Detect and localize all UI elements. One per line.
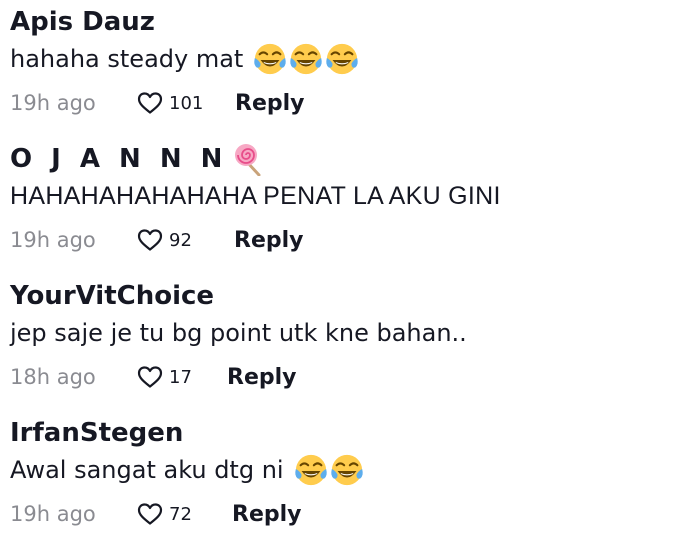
- heart-icon[interactable]: [137, 228, 163, 252]
- reply-button[interactable]: Reply: [235, 91, 305, 116]
- comment-username-text[interactable]: IrfanStegen: [10, 417, 183, 449]
- comment-meta: 18h ago 17 Reply: [10, 362, 670, 392]
- like-button[interactable]: 92: [137, 228, 234, 252]
- like-button[interactable]: 101: [137, 91, 235, 115]
- comment-text: hahaha steady mat: [10, 44, 670, 74]
- comment-text-content: Awal sangat aku dtg ni: [10, 456, 284, 484]
- joy-emoji-icon: [253, 42, 287, 76]
- like-count: 92: [169, 229, 192, 251]
- heart-icon[interactable]: [137, 502, 163, 526]
- comment-text-content: hahaha steady mat: [10, 45, 244, 73]
- heart-icon[interactable]: [137, 91, 163, 115]
- like-button[interactable]: 17: [137, 365, 227, 389]
- comment-item: YourVitChoice jep saje je tu bg point ut…: [10, 280, 670, 392]
- comment-username-text[interactable]: Apis Dauz: [10, 6, 155, 38]
- comment-text-content: HAHAHAHAHAHAHA PENAT LA AKU GINI: [10, 182, 501, 210]
- reply-button[interactable]: Reply: [227, 365, 297, 390]
- comment-meta: 19h ago 101 Reply: [10, 88, 670, 118]
- comment-timestamp: 18h ago: [10, 365, 96, 389]
- reply-button[interactable]: Reply: [232, 502, 302, 527]
- comment-timestamp: 19h ago: [10, 228, 96, 252]
- comment-username[interactable]: YourVitChoice: [10, 280, 670, 312]
- comment-timestamp: 19h ago: [10, 91, 96, 115]
- joy-emoji-icon: [289, 42, 323, 76]
- comment-meta: 19h ago 92 Reply: [10, 225, 670, 255]
- comment-text-content: jep saje je tu bg point utk kne bahan..: [10, 319, 467, 347]
- heart-icon[interactable]: [137, 365, 163, 389]
- lollipop-emoji-icon: [233, 142, 265, 176]
- comment-text: HAHAHAHAHAHAHA PENAT LA AKU GINI: [10, 181, 670, 211]
- comment-item: O J A N N N HAHAHAHAHAHAHA PENAT LA AKU …: [10, 143, 670, 255]
- comment-username-text[interactable]: YourVitChoice: [10, 280, 214, 312]
- comment-item: IrfanStegen Awal sangat aku dtg ni 19h a…: [10, 417, 670, 529]
- emoji-group: [253, 42, 359, 76]
- comment-text: jep saje je tu bg point utk kne bahan..: [10, 318, 670, 348]
- like-button[interactable]: 72: [137, 502, 232, 526]
- emoji-group: [294, 453, 364, 487]
- comment-username[interactable]: O J A N N N: [10, 143, 670, 175]
- comment-text: Awal sangat aku dtg ni: [10, 455, 670, 485]
- comment-username-text[interactable]: O J A N N N: [10, 143, 227, 175]
- like-count: 17: [169, 366, 192, 388]
- joy-emoji-icon: [325, 42, 359, 76]
- like-count: 72: [169, 503, 192, 525]
- comment-meta: 19h ago 72 Reply: [10, 499, 670, 529]
- joy-emoji-icon: [294, 453, 328, 487]
- comment-timestamp: 19h ago: [10, 502, 96, 526]
- joy-emoji-icon: [330, 453, 364, 487]
- comment-username[interactable]: Apis Dauz: [10, 6, 670, 38]
- comment-username[interactable]: IrfanStegen: [10, 417, 670, 449]
- like-count: 101: [169, 92, 204, 114]
- reply-button[interactable]: Reply: [234, 228, 304, 253]
- comment-item: Apis Dauz hahaha steady mat 19h ago 101 …: [10, 6, 670, 118]
